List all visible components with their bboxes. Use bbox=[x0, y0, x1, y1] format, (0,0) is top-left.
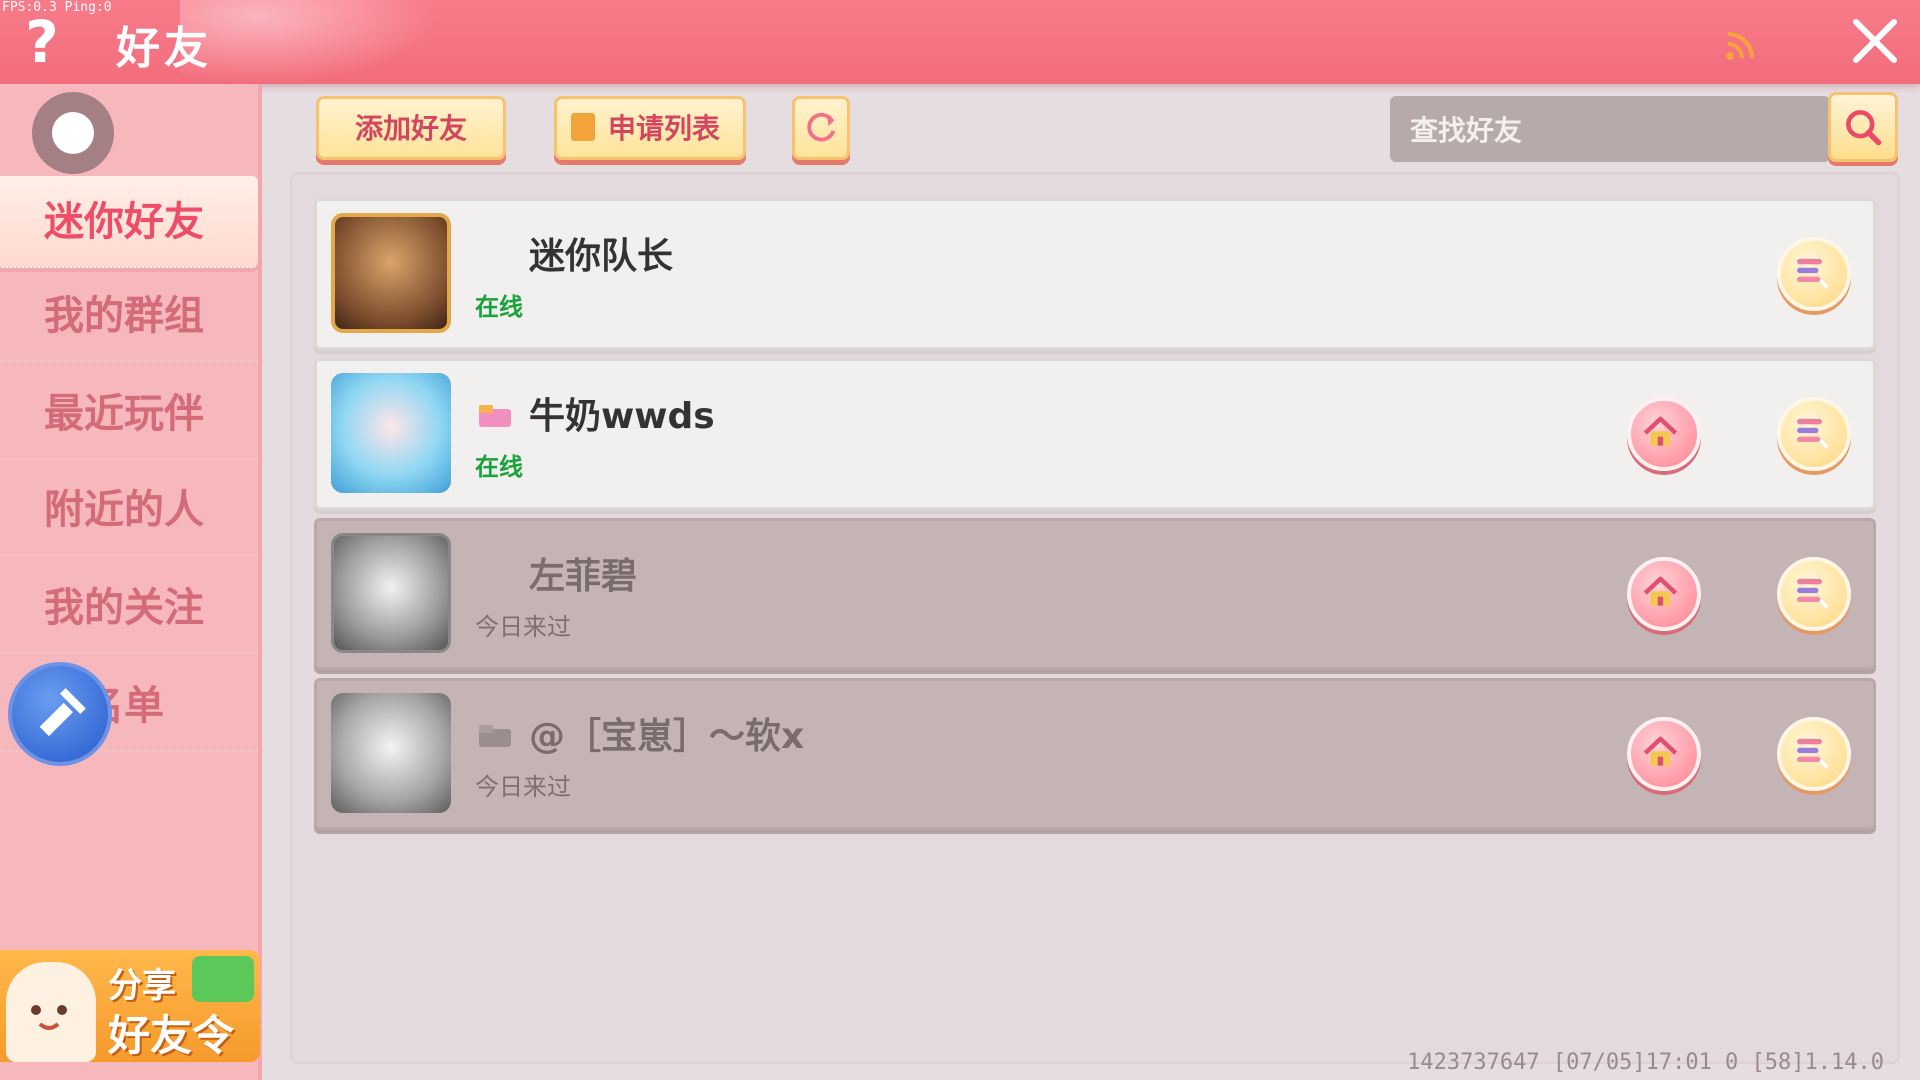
add-friend-button[interactable]: 添加好友 bbox=[316, 96, 506, 160]
hammer-icon bbox=[39, 688, 86, 737]
chat-icon bbox=[1797, 258, 1829, 289]
wechat-icon bbox=[192, 956, 254, 1002]
sidebar-item-mini-friends[interactable]: 迷你好友 bbox=[0, 176, 258, 268]
friend-status: 在线 bbox=[475, 293, 523, 321]
chat-button[interactable] bbox=[1777, 717, 1851, 791]
friend-row[interactable]: @［宝崽］～软x 今日来过 bbox=[314, 678, 1876, 830]
visit-home-button[interactable] bbox=[1627, 397, 1701, 471]
share-friend-code-banner[interactable]: 分享 好友令 bbox=[0, 950, 260, 1062]
apply-list-label: 申请列表 bbox=[607, 112, 720, 145]
sidebar-item-following[interactable]: 我的关注 bbox=[0, 562, 258, 654]
add-friend-label: 添加好友 bbox=[354, 112, 467, 145]
friend-status: 在线 bbox=[475, 453, 523, 481]
search-icon bbox=[1846, 110, 1882, 146]
folder-badge-icon bbox=[479, 725, 511, 747]
home-icon bbox=[1643, 416, 1678, 446]
friend-avatar[interactable] bbox=[331, 373, 451, 493]
sidebar-item-label: 迷你好友 bbox=[44, 199, 204, 245]
chat-button[interactable] bbox=[1777, 237, 1851, 311]
chat-icon bbox=[1797, 738, 1829, 769]
friend-status: 今日来过 bbox=[475, 773, 571, 801]
search-box bbox=[1390, 96, 1830, 162]
friend-row[interactable]: 牛奶wwds 在线 bbox=[314, 358, 1876, 510]
user-avatar-toggle[interactable] bbox=[32, 92, 114, 174]
friend-name: 左菲碧 bbox=[529, 556, 638, 597]
friend-row[interactable]: 迷你队长 在线 bbox=[314, 198, 1876, 350]
friend-row[interactable]: 左菲碧 今日来过 bbox=[314, 518, 1876, 670]
friend-name: 迷你队长 bbox=[529, 236, 674, 277]
friend-name: 牛奶wwds bbox=[529, 396, 715, 437]
sidebar-item-label: 附近的人 bbox=[44, 487, 204, 533]
refresh-icon bbox=[807, 112, 836, 142]
home-icon bbox=[1643, 576, 1678, 606]
friend-status: 今日来过 bbox=[475, 613, 571, 641]
sidebar-item-my-groups[interactable]: 我的群组 bbox=[0, 270, 258, 362]
mascot-icon bbox=[6, 962, 96, 1062]
sidebar-item-label: 最近玩伴 bbox=[44, 391, 204, 437]
chat-icon bbox=[1797, 418, 1829, 449]
share-label: 分享 bbox=[108, 966, 176, 1006]
visit-home-button[interactable] bbox=[1627, 557, 1701, 631]
folder-badge-icon bbox=[479, 405, 511, 427]
friend-code-label: 好友令 bbox=[108, 1011, 235, 1060]
title-decoration bbox=[180, 0, 440, 84]
floating-assist-button[interactable] bbox=[8, 662, 112, 766]
help-button[interactable]: ? bbox=[20, 8, 64, 76]
chat-button[interactable] bbox=[1777, 557, 1851, 631]
friend-avatar[interactable] bbox=[331, 693, 451, 813]
rss-feed-icon[interactable] bbox=[1724, 28, 1758, 62]
sidebar-item-label: 我的群组 bbox=[44, 293, 204, 339]
title-bar bbox=[0, 0, 1920, 84]
close-icon[interactable] bbox=[1848, 14, 1902, 68]
request-flag-icon bbox=[571, 113, 595, 141]
page-title: 好友 bbox=[116, 23, 212, 74]
chat-icon bbox=[1797, 578, 1829, 609]
sidebar-item-nearby[interactable]: 附近的人 bbox=[0, 464, 258, 556]
refresh-button[interactable] bbox=[792, 96, 850, 160]
version-info: 1423737647 [07/05]17:01 0 [58]1.14.0 bbox=[1407, 1050, 1884, 1075]
home-icon bbox=[1643, 736, 1678, 766]
search-button[interactable] bbox=[1828, 92, 1898, 162]
visit-home-button[interactable] bbox=[1627, 717, 1701, 791]
search-input[interactable] bbox=[1408, 104, 1812, 156]
friend-avatar[interactable] bbox=[331, 213, 451, 333]
friend-avatar[interactable] bbox=[331, 533, 451, 653]
sidebar-item-recent-players[interactable]: 最近玩伴 bbox=[0, 368, 258, 460]
friend-name: @［宝崽］～软x bbox=[529, 716, 805, 757]
sidebar-item-label: 我的关注 bbox=[44, 585, 204, 631]
chat-button[interactable] bbox=[1777, 397, 1851, 471]
apply-list-button[interactable]: 申请列表 bbox=[554, 96, 746, 160]
